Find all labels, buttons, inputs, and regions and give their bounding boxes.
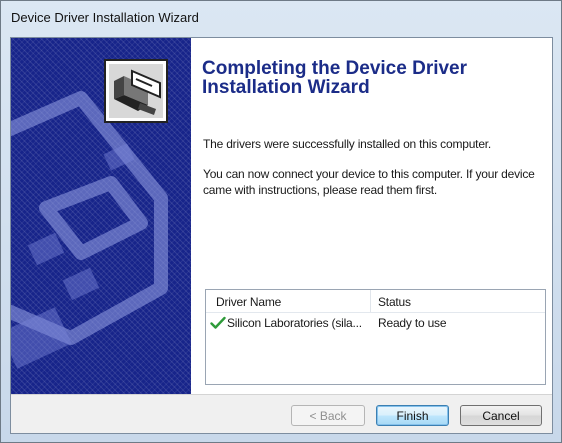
window-title: Device Driver Installation Wizard	[11, 10, 199, 25]
finish-button[interactable]: Finish	[376, 405, 449, 426]
back-button[interactable]: < Back	[291, 405, 365, 426]
wizard-content: Completing the Device Driver Installatio…	[191, 38, 552, 394]
column-header-driver-name[interactable]: Driver Name	[216, 295, 281, 309]
driver-status-cell: Ready to use	[378, 316, 447, 330]
instructions-text: You can now connect your device to this …	[203, 167, 535, 197]
wizard-banner	[11, 38, 191, 394]
checkmark-icon	[210, 316, 226, 329]
button-bar: < Back Finish Cancel	[11, 394, 552, 433]
column-header-status[interactable]: Status	[378, 295, 411, 309]
list-header: Driver Name Status	[206, 290, 545, 313]
list-item[interactable]: Silicon Laboratories (sila... Ready to u…	[206, 313, 545, 333]
wizard-window: Device Driver Installation Wizard Comple…	[0, 0, 562, 443]
success-message: The drivers were successfully installed …	[203, 137, 492, 151]
wizard-client-area: Completing the Device Driver Installatio…	[10, 37, 553, 434]
driver-list[interactable]: Driver Name Status Silicon Laboratories …	[205, 289, 546, 385]
cancel-button[interactable]: Cancel	[460, 405, 542, 426]
title-bar[interactable]: Device Driver Installation Wizard	[1, 1, 211, 35]
column-divider[interactable]	[370, 290, 371, 312]
page-heading: Completing the Device Driver Installatio…	[202, 58, 468, 98]
driver-name-cell: Silicon Laboratories (sila...	[227, 316, 362, 330]
driver-install-icon	[104, 59, 168, 123]
